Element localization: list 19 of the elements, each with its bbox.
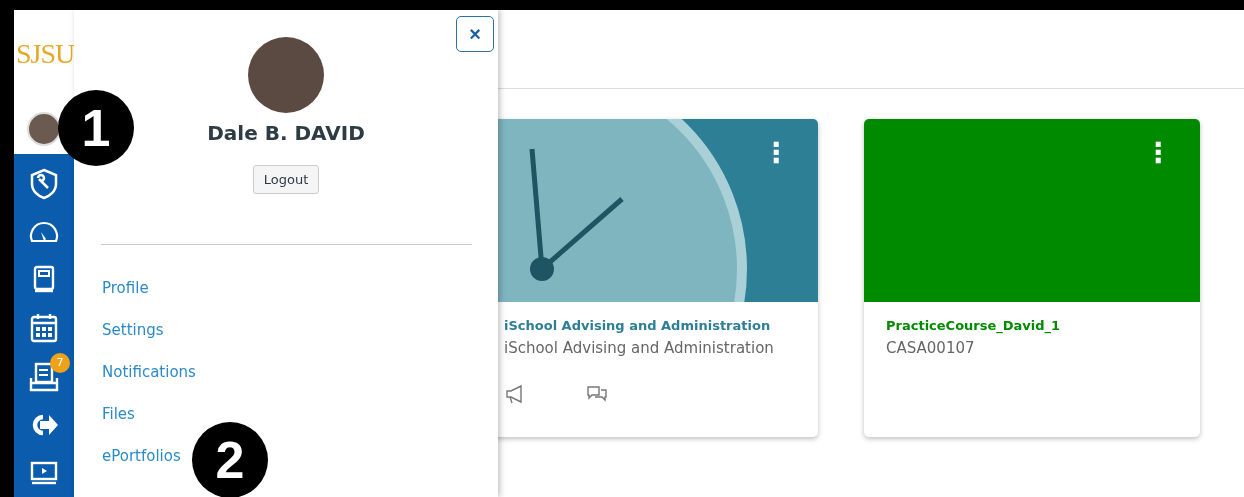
avatar[interactable] — [27, 111, 61, 146]
course-code: iSchool Advising and Administration — [504, 339, 775, 357]
discussion-icon[interactable] — [586, 383, 608, 405]
course-title-link[interactable]: PracticeCourse_David_1 — [886, 318, 1178, 333]
user-name: Dale B. DAVID — [207, 121, 365, 145]
shield-icon[interactable] — [29, 167, 59, 200]
calendar-icon[interactable] — [29, 312, 59, 345]
more-options-button[interactable]: ⋮ — [762, 139, 790, 167]
menu-link[interactable]: Settings — [102, 319, 196, 342]
course-title-link[interactable]: iSchool Advising and Administration — [504, 318, 796, 333]
more-options-button[interactable]: ⋮ — [1144, 139, 1172, 167]
count-badge: 7 — [50, 352, 70, 373]
monitor-icon[interactable] — [29, 460, 59, 485]
close-button[interactable]: × — [456, 16, 494, 52]
menu-link[interactable]: Profile — [102, 277, 196, 300]
menu-link[interactable]: Notifications — [102, 361, 196, 384]
course-card[interactable]: ⋮ PracticeCourse_David_1 CASA00107 — [864, 119, 1200, 437]
course-code: CASA00107 — [886, 339, 976, 357]
logout-button[interactable]: Logout — [252, 165, 320, 194]
